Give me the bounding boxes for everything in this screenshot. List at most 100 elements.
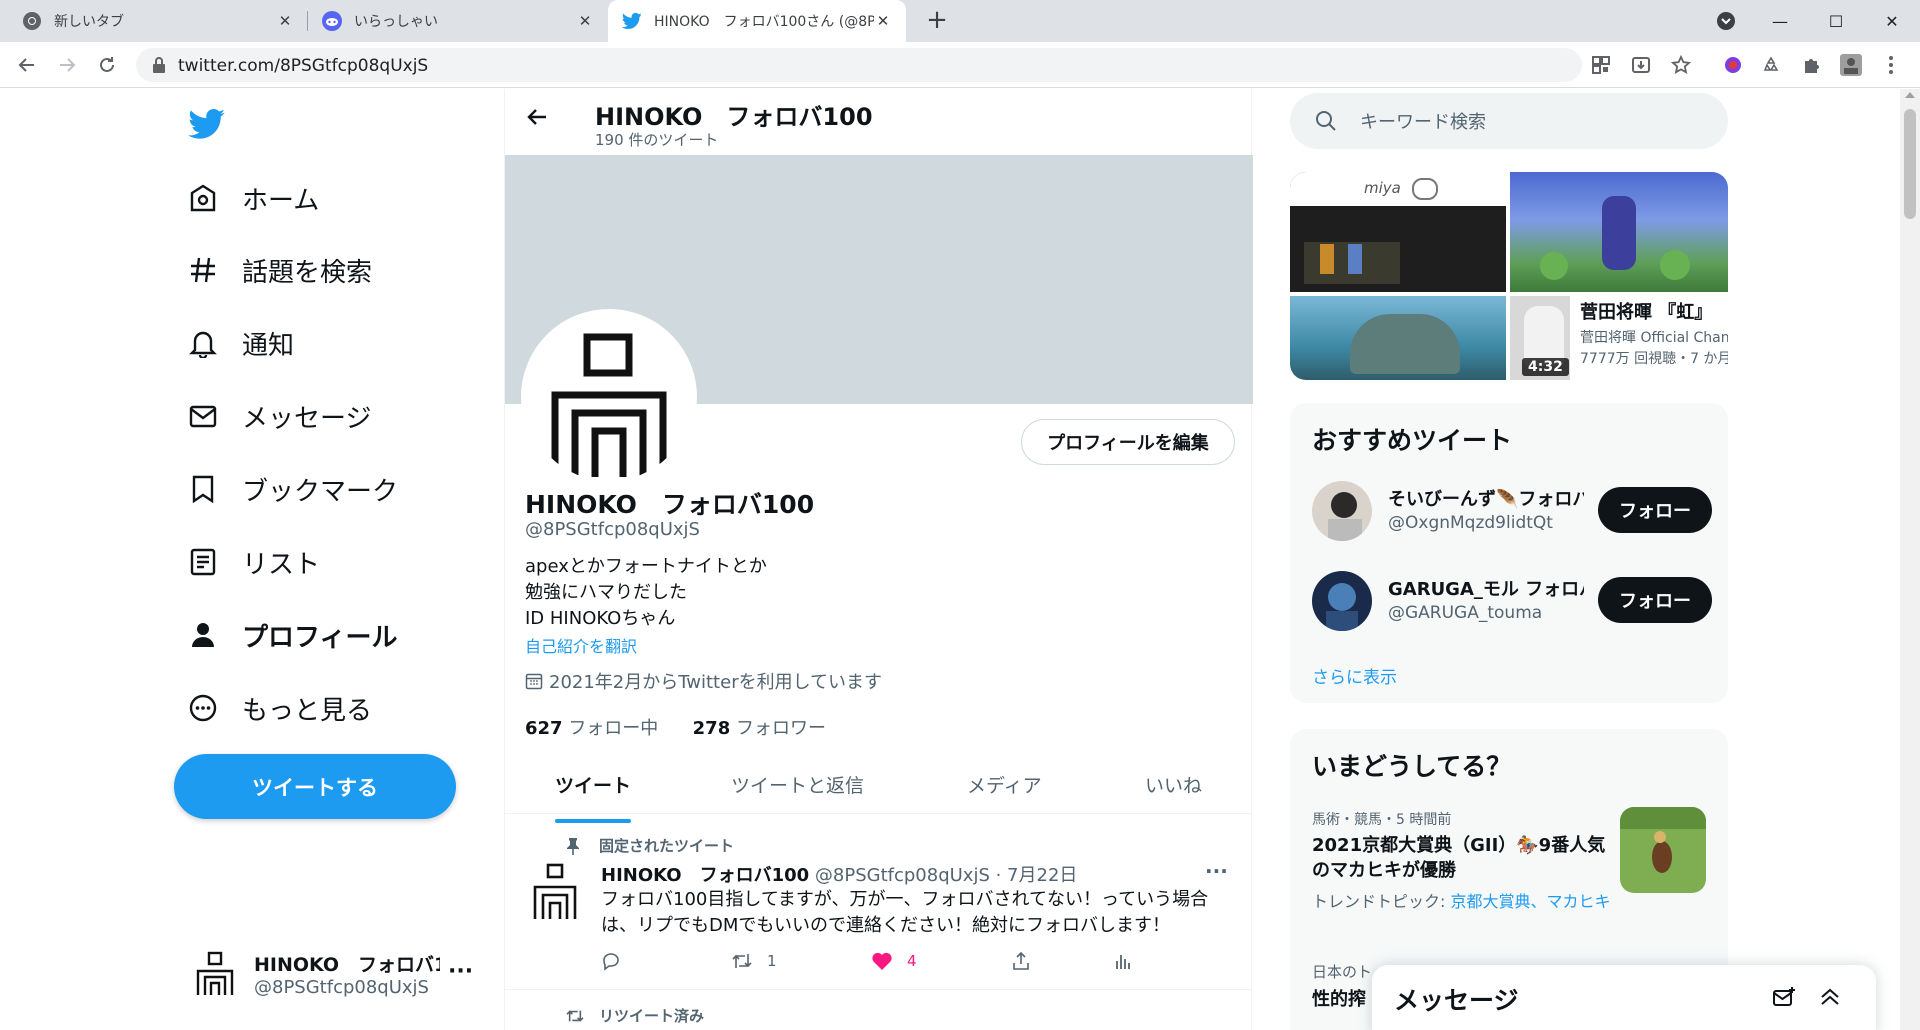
joined-text: 2021年2月からTwitterを利用しています — [549, 672, 883, 693]
tab-search-icon[interactable] — [1708, 0, 1744, 42]
sidebar-item-profile[interactable]: プロフィール — [188, 610, 397, 660]
chrome-menu-icon[interactable] — [1878, 52, 1904, 78]
avatar[interactable] — [525, 861, 585, 921]
messages-drawer[interactable]: メッセージ — [1372, 965, 1876, 1030]
page-title: HINOKO フォロバ100 — [595, 103, 873, 131]
home-icon — [190, 184, 216, 212]
tab-twitter-profile[interactable]: HINOKO フォロバ100さん (@8PSGtfcp08qUxjS) ✕ — [608, 0, 906, 42]
follow-button[interactable]: フォロー — [1598, 487, 1712, 533]
twitter-logo[interactable] — [188, 107, 226, 145]
browser-toolbar: twitter.com/8PSGtfcp08qUxjS — [0, 42, 1920, 88]
tab-likes[interactable]: いいね — [1145, 754, 1202, 814]
account-handle: @8PSGtfcp08qUxjS — [254, 977, 429, 998]
sidebar-item-bookmarks[interactable]: ブックマーク — [188, 464, 398, 514]
analytics-button[interactable] — [1113, 951, 1133, 971]
forward-button[interactable] — [52, 50, 82, 80]
calendar-icon — [525, 673, 543, 690]
follow-button[interactable]: フォロー — [1598, 577, 1712, 623]
sidebar-item-messages[interactable]: メッセージ — [188, 391, 371, 441]
recycle-icon[interactable] — [1758, 52, 1784, 78]
back-button[interactable] — [12, 50, 42, 80]
back-arrow-icon[interactable] — [525, 105, 549, 133]
trend-meta: 馬術・競馬・5 時間前 — [1312, 812, 1452, 828]
profile-name: HINOKO フォロバ100 — [525, 490, 815, 519]
qr-code-icon[interactable] — [1588, 52, 1614, 78]
media-thumbnail[interactable]: miya — [1290, 172, 1506, 292]
sidebar-item-label: リスト — [242, 549, 321, 580]
like-button[interactable]: 4 — [871, 951, 917, 971]
bookmark-star-icon[interactable] — [1668, 52, 1694, 78]
maximize-button[interactable]: ☐ — [1808, 0, 1864, 42]
trend-image[interactable] — [1620, 807, 1706, 893]
video-title[interactable]: 菅田将暉 『虹』 — [1580, 298, 1712, 324]
who-to-follow-item[interactable]: そいびーんず🪶フォロバ100 @OxgnMqzd9lidtQt フォロー — [1312, 481, 1712, 545]
sidebar-item-home[interactable]: ホーム — [188, 173, 319, 223]
address-bar[interactable]: twitter.com/8PSGtfcp08qUxjS — [136, 48, 1582, 82]
search-placeholder: キーワード検索 — [1360, 112, 1486, 133]
profile-handle: @8PSGtfcp08qUxjS — [525, 519, 700, 540]
profile-tabs: ツイート ツイートと返信 メディア いいね — [505, 754, 1251, 814]
retweet-button[interactable]: 1 — [731, 951, 777, 971]
tab-tweets[interactable]: ツイート — [555, 754, 631, 814]
browser-window: 新しいタブ ✕ いらっしゃい ✕ HINOKO フォロバ100さん (@8PSG… — [0, 0, 1920, 1030]
avatar — [1312, 481, 1372, 541]
puzzle-icon[interactable] — [1798, 52, 1824, 78]
page-scrollbar[interactable] — [1900, 89, 1920, 1030]
following-count: 627 — [525, 718, 563, 739]
sidebar-item-lists[interactable]: リスト — [188, 537, 320, 587]
new-tab-button[interactable]: + — [922, 6, 952, 36]
joined-date: 2021年2月からTwitterを利用しています — [525, 668, 882, 694]
close-icon[interactable]: ✕ — [576, 12, 594, 30]
sidebar-item-explore[interactable]: 話題を検索 — [188, 245, 372, 295]
sidebar-item-notifications[interactable]: 通知 — [188, 318, 294, 368]
trend-headline[interactable]: 2021京都大賞典（GII）🏇9番人気のマカヒキが優勝 — [1312, 833, 1612, 883]
trend-topic-links[interactable]: 京都大賞典、マカヒキ — [1450, 892, 1610, 911]
tab-media[interactable]: メディア — [967, 754, 1042, 814]
avatar — [190, 949, 240, 999]
media-thumbnail[interactable] — [1510, 172, 1728, 292]
trend-headline[interactable]: 性的搾 — [1312, 985, 1366, 1011]
sidebar-item-label: ブックマーク — [242, 476, 399, 507]
list-icon — [190, 548, 216, 576]
tab-title: いらっしゃい — [354, 14, 438, 30]
user-handle: @OxgnMqzd9lidtQt — [1388, 513, 1553, 533]
show-more-link[interactable]: さらに表示 — [1312, 663, 1397, 688]
tab-discord[interactable]: いらっしゃい ✕ — [308, 0, 608, 42]
new-message-icon[interactable] — [1772, 985, 1796, 1013]
who-to-follow-item[interactable]: GARUGA_モル フォロバ100 @GARUGA_touma フォロー — [1312, 571, 1712, 635]
media-thumbnail[interactable] — [1290, 296, 1506, 380]
more-dots-icon[interactable]: ··· — [448, 959, 473, 984]
share-button[interactable] — [1011, 951, 1031, 971]
tab-new-tab[interactable]: 新しいタブ ✕ — [8, 0, 308, 42]
more-dots-icon[interactable]: ··· — [1205, 859, 1228, 883]
reply-button[interactable] — [601, 951, 621, 971]
following-label: フォロー中 — [568, 718, 659, 739]
reload-button[interactable] — [92, 50, 122, 80]
like-count: 4 — [907, 952, 917, 970]
followers-link[interactable]: 278 フォロワー — [693, 718, 826, 739]
avatar — [525, 313, 693, 481]
edit-profile-button[interactable]: プロフィールを編集 — [1021, 419, 1235, 465]
close-window-button[interactable]: ✕ — [1864, 0, 1920, 42]
scroll-up-arrow-icon[interactable] — [1905, 92, 1915, 98]
tweet-author[interactable]: HINOKO フォロバ100 — [601, 865, 809, 886]
chevron-up-icon[interactable] — [1818, 985, 1842, 1013]
close-icon[interactable]: ✕ — [874, 12, 892, 30]
extension-color-icon[interactable] — [1720, 52, 1746, 78]
minimize-button[interactable]: — — [1752, 0, 1808, 42]
scrollbar-thumb[interactable] — [1904, 109, 1916, 219]
more-circle-icon — [189, 694, 217, 722]
profile-avatar[interactable] — [521, 309, 697, 485]
tab-tweets-replies[interactable]: ツイートと返信 — [731, 754, 864, 814]
close-icon[interactable]: ✕ — [276, 12, 294, 30]
sidebar-item-more[interactable]: もっと見る — [188, 683, 372, 733]
translate-bio-link[interactable]: 自己紹介を翻訳 — [525, 633, 637, 657]
tweet-button[interactable]: ツイートする — [174, 754, 456, 819]
person-icon — [192, 623, 214, 647]
following-link[interactable]: 627 フォロー中 — [525, 718, 658, 739]
account-switcher[interactable]: HINOKO フォロバ100 @8PSGtfcp08qUxjS ··· — [190, 947, 480, 1007]
profile-avatar-icon[interactable] — [1838, 52, 1864, 78]
search-box[interactable]: キーワード検索 — [1290, 93, 1728, 149]
heart-filled-icon — [872, 952, 892, 970]
install-app-icon[interactable] — [1628, 52, 1654, 78]
